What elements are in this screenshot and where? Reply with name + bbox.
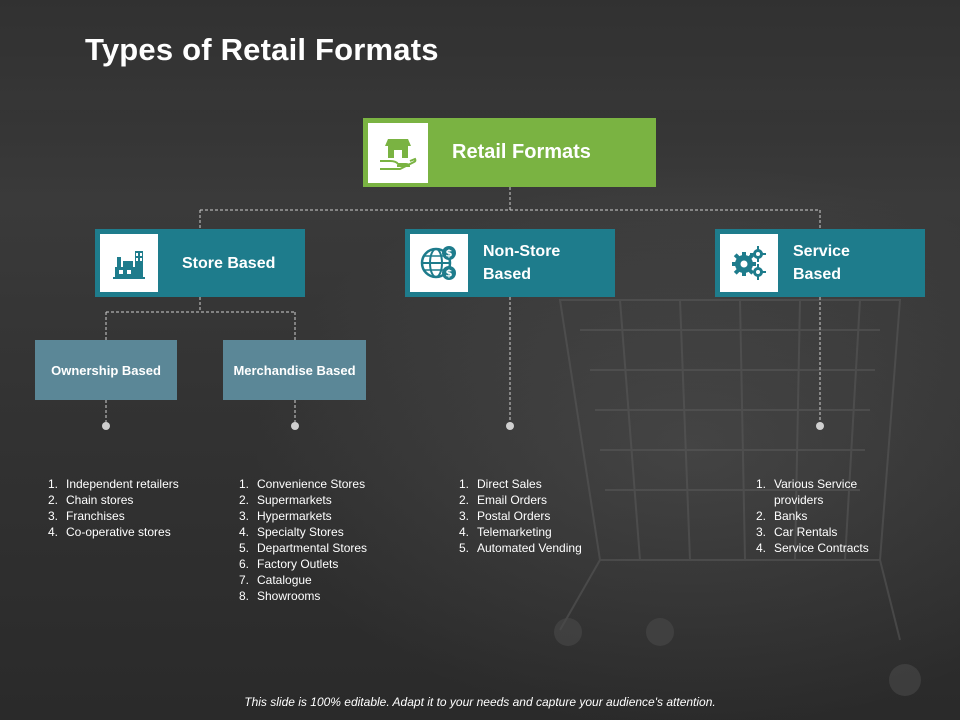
subtype-merchandise-based: Merchandise Based xyxy=(223,340,366,400)
service-list: 1. Various Service providers 2. Banks 3. Ca… xyxy=(756,476,896,556)
category-label-line1: Service xyxy=(793,243,850,260)
category-non-store-based: $ $ Non-Store Based xyxy=(405,229,615,297)
list-item: 4. Specialty Stores xyxy=(239,525,344,539)
list-item: 8. Showrooms xyxy=(239,589,321,603)
svg-text:$: $ xyxy=(446,269,453,280)
list-item: 1. Direct Sales xyxy=(459,477,542,491)
slide-footer-note: This slide is 100% editable. Adapt it to… xyxy=(244,695,716,709)
list-item: 1. Various Service providers xyxy=(756,477,858,507)
factory-building-icon xyxy=(100,234,158,292)
list-item: 2. Supermarkets xyxy=(239,493,332,507)
category-store-based: Store Based xyxy=(95,229,305,297)
category-label: Non-Store Based xyxy=(483,240,560,286)
root-node-label: Retail Formats xyxy=(452,141,591,163)
list-item: 2. Banks xyxy=(756,509,808,523)
category-service-based: Service Based xyxy=(715,229,925,297)
ownership-list: 1. Independent retailers 2. Chain stores 3… xyxy=(48,476,198,540)
category-label-line1: Non-Store xyxy=(483,243,561,260)
category-label-line2: Based xyxy=(793,266,842,283)
list-item: 4. Telemarketing xyxy=(459,525,552,539)
list-item: 3. Hypermarkets xyxy=(239,509,332,523)
globe-dollar-icon: $ $ xyxy=(410,234,468,292)
connector-dot xyxy=(506,422,514,430)
list-item: 4. Service Contracts xyxy=(756,541,869,555)
gears-icon xyxy=(720,234,778,292)
svg-text:$: $ xyxy=(446,249,453,260)
list-item: 4. Co-operative stores xyxy=(48,525,171,539)
root-node-retail-formats: Retail Formats xyxy=(363,118,656,187)
connector-dot xyxy=(816,422,824,430)
list-item: 1. Independent retailers xyxy=(48,477,179,491)
category-label: Service Based xyxy=(793,240,850,286)
list-item: 2. Chain stores xyxy=(48,493,134,507)
shop-in-hand-icon xyxy=(368,122,428,183)
category-label-line2: Based xyxy=(483,266,532,283)
list-item: 2. Email Orders xyxy=(459,493,548,507)
list-item: 5. Departmental Stores xyxy=(239,541,368,555)
merchandise-list: 1. Convenience Stores 2. Supermarkets 3. Hy… xyxy=(239,476,399,604)
connector-dot xyxy=(102,422,110,430)
connector-dot xyxy=(291,422,299,430)
list-item: 7. Catalogue xyxy=(239,573,312,587)
list-item: 5. Automated Vending xyxy=(459,541,582,555)
category-label: Store Based xyxy=(182,254,276,272)
list-item: 1. Convenience Stores xyxy=(239,477,366,491)
list-item: 3. Franchises xyxy=(48,509,125,523)
non-store-list: 1. Direct Sales 2. Email Orders 3. Postal O… xyxy=(459,476,629,556)
list-item: 3. Postal Orders xyxy=(459,509,551,523)
list-item: 6. Factory Outlets xyxy=(239,557,339,571)
list-item: 3. Car Rentals xyxy=(756,525,838,539)
subtype-ownership-based: Ownership Based xyxy=(35,340,177,400)
